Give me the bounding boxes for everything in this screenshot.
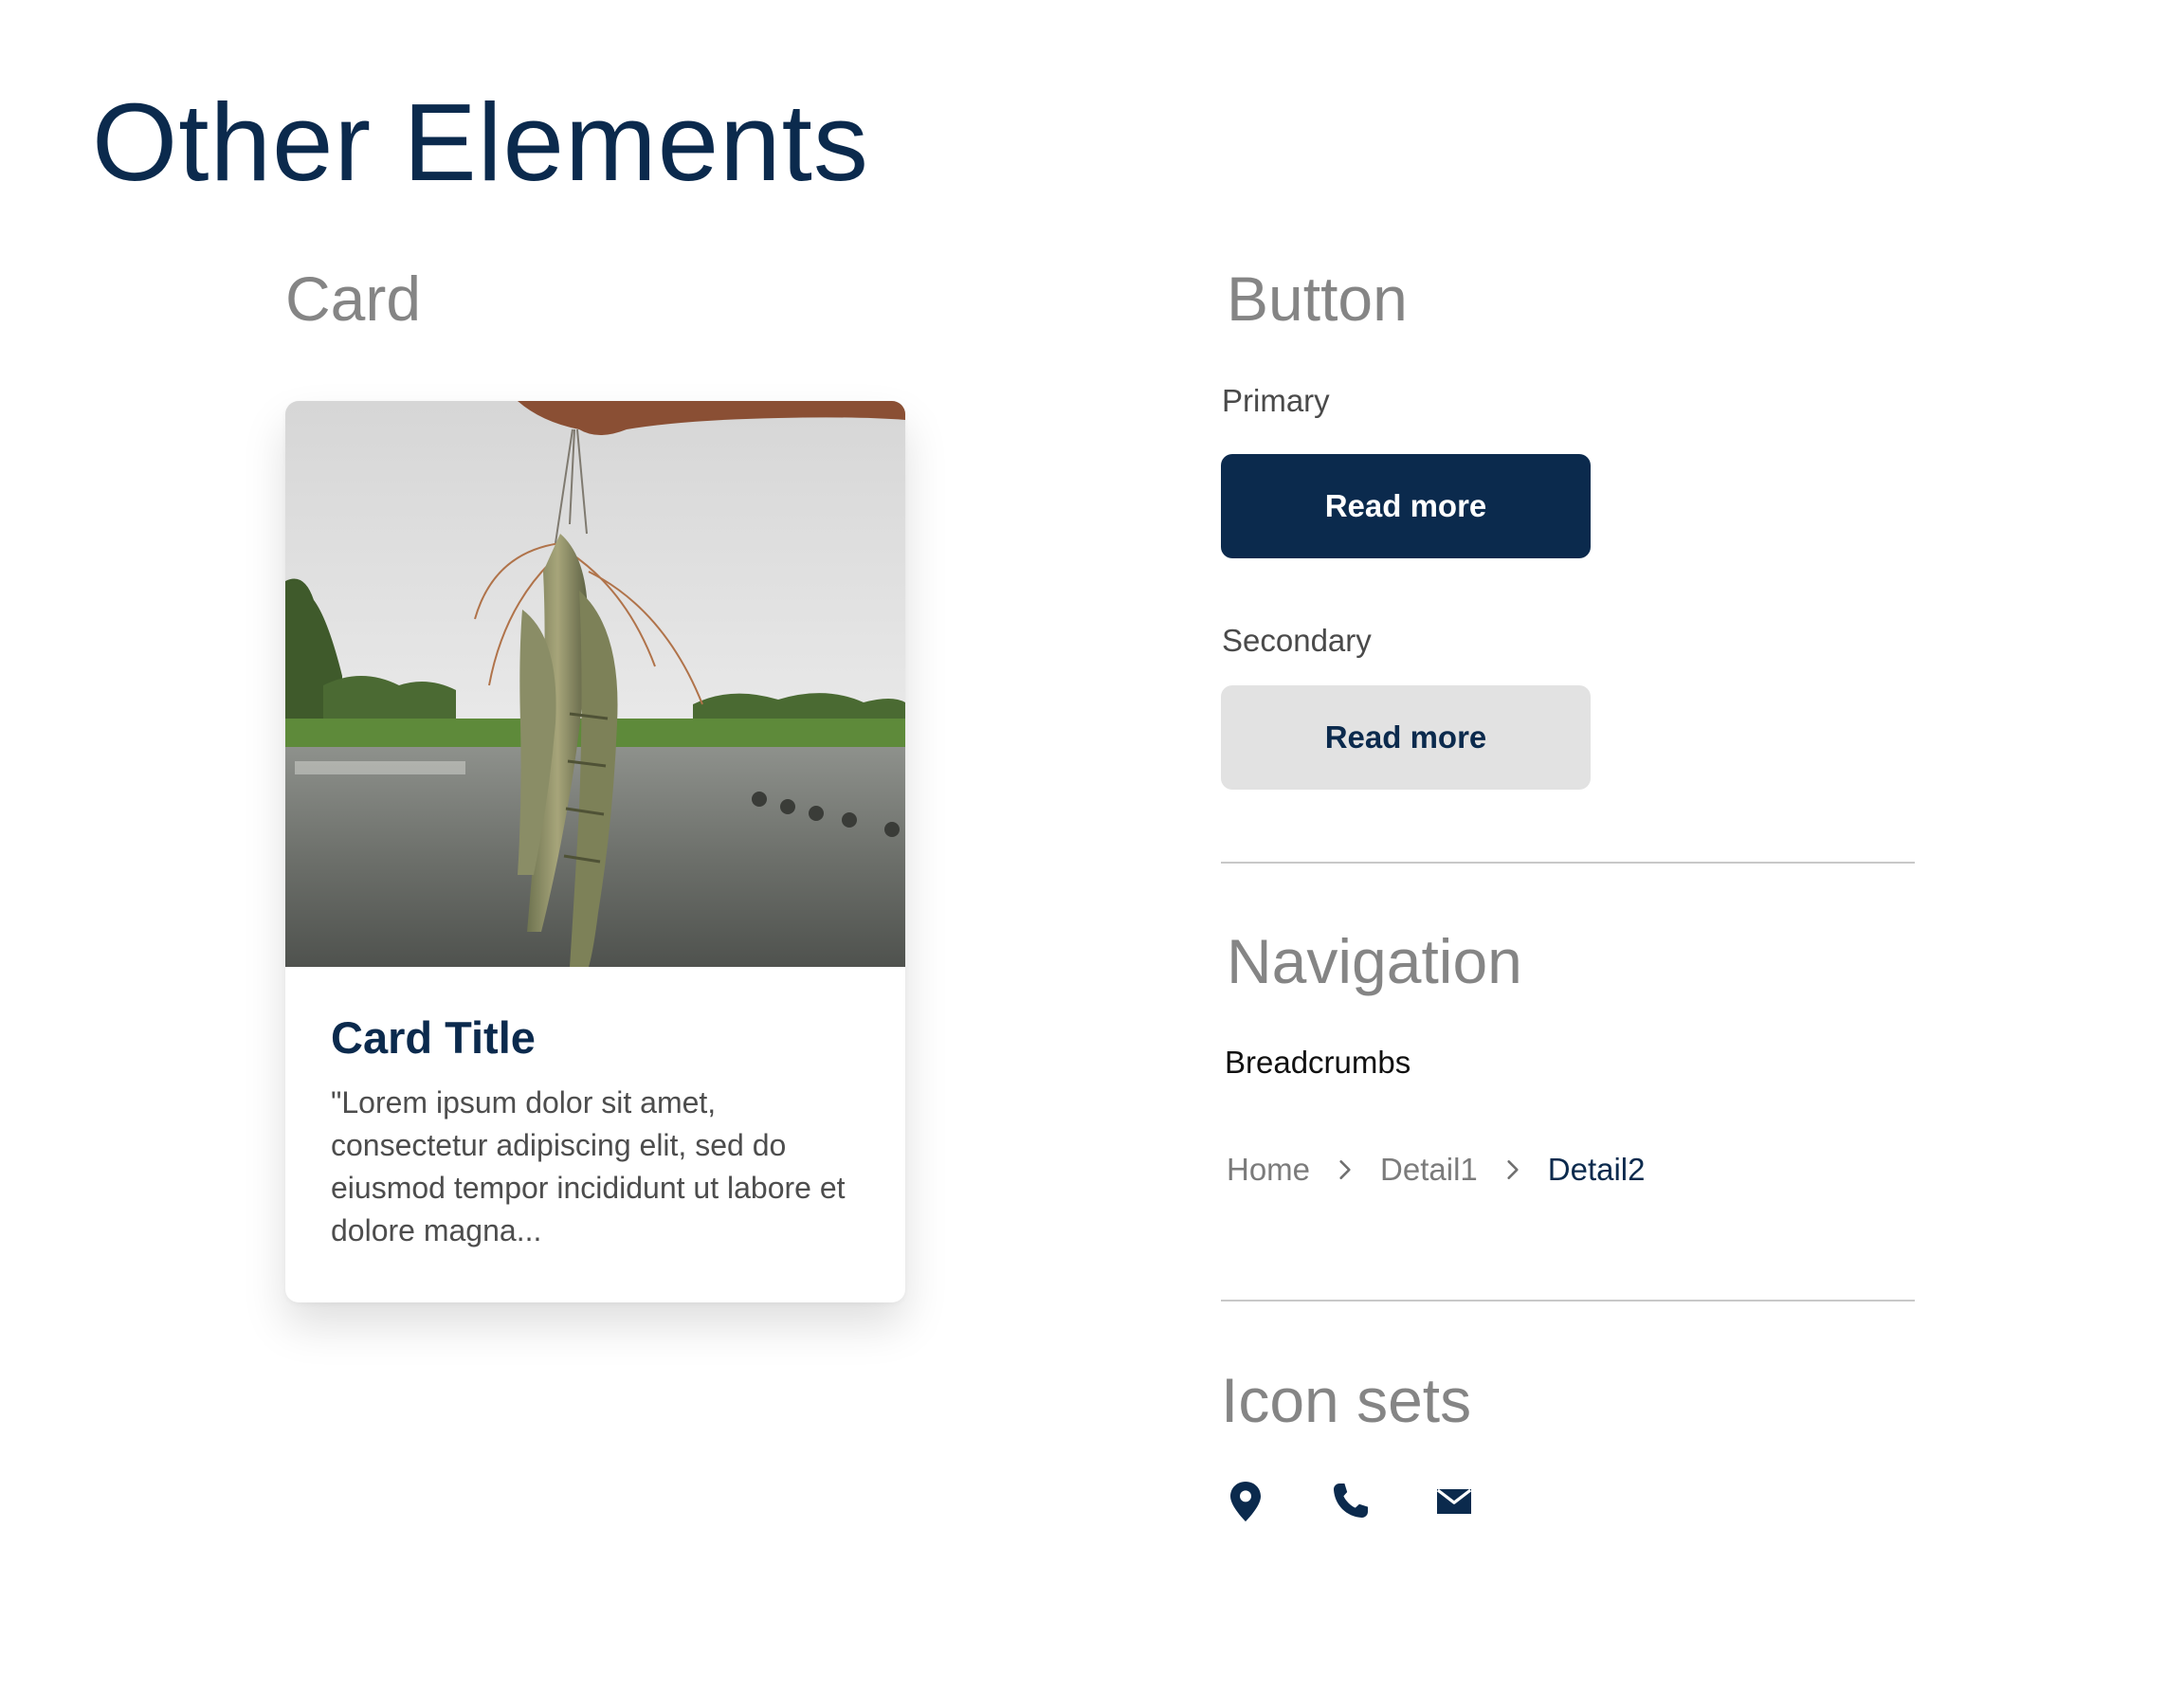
icon-set-row xyxy=(1223,1479,1536,1524)
card-title: Card Title xyxy=(331,1012,536,1063)
phone-icon xyxy=(1333,1484,1368,1519)
breadcrumbs-label: Breadcrumbs xyxy=(1225,1045,1411,1080)
breadcrumb-home-link[interactable]: Home xyxy=(1227,1151,1310,1189)
breadcrumb: Home Detail1 Detail2 xyxy=(1227,1151,1646,1189)
section-divider xyxy=(1221,862,1915,864)
primary-read-more-button[interactable]: Read more xyxy=(1221,454,1591,558)
content-card[interactable]: Card Title "Lorem ipsum dolor sit amet, … xyxy=(285,401,905,1302)
chevron-right-icon xyxy=(1339,1160,1351,1179)
primary-label: Primary xyxy=(1222,383,1330,418)
secondary-label: Secondary xyxy=(1222,623,1372,658)
icon-sets-section-heading: Icon sets xyxy=(1221,1365,1472,1435)
button-section-heading: Button xyxy=(1227,264,1408,334)
navigation-section-heading: Navigation xyxy=(1227,926,1522,996)
secondary-read-more-button[interactable]: Read more xyxy=(1221,685,1591,790)
section-divider xyxy=(1221,1300,1915,1302)
breadcrumb-current-item: Detail2 xyxy=(1547,1152,1646,1187)
mail-icon xyxy=(1436,1488,1472,1514)
card-section-heading: Card xyxy=(285,264,422,334)
card-image xyxy=(285,401,905,967)
card-body-text: "Lorem ipsum dolor sit amet, consectetur… xyxy=(331,1085,846,1247)
page-title: Other Elements xyxy=(92,81,869,204)
chevron-right-icon xyxy=(1507,1160,1519,1179)
location-pin-icon xyxy=(1230,1482,1261,1521)
breadcrumb-detail1-link[interactable]: Detail1 xyxy=(1380,1151,1478,1189)
